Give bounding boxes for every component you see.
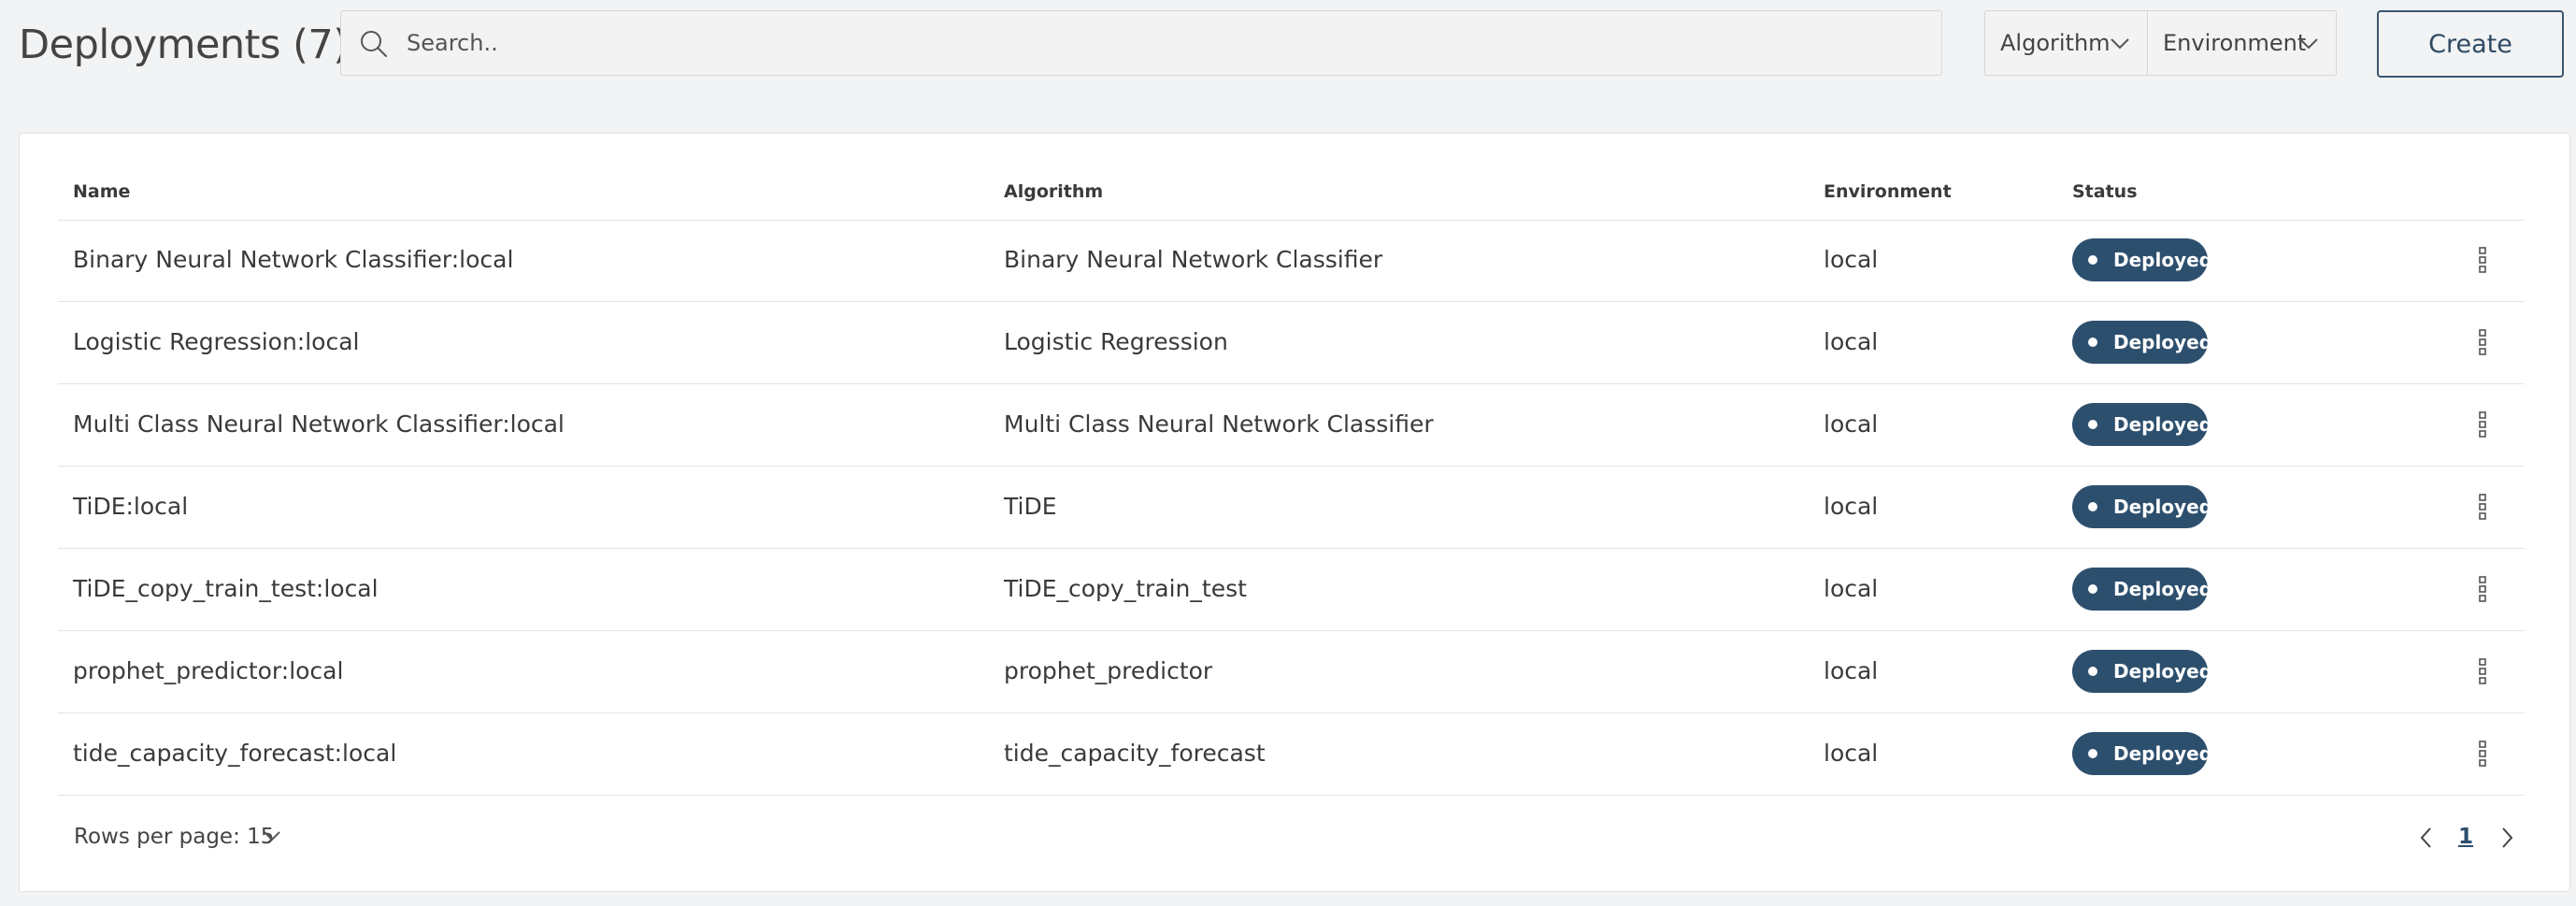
table-row[interactable]: Binary Neural Network Classifier:local B… xyxy=(58,220,2525,302)
cell-name[interactable]: prophet_predictor:local xyxy=(73,631,343,712)
vertical-ellipsis-icon[interactable] xyxy=(2473,245,2492,275)
cell-environment: local xyxy=(1824,410,1879,438)
search-box[interactable] xyxy=(340,10,1942,76)
cell-environment: local xyxy=(1824,657,1879,684)
cell-algorithm: Multi Class Neural Network Classifier xyxy=(1004,410,1434,438)
rows-per-page-select[interactable]: Rows per page: 15 xyxy=(74,818,274,856)
status-label: Deployed xyxy=(2113,578,2212,600)
status-badge: Deployed xyxy=(2072,485,2212,528)
environment-filter-label: Environment xyxy=(2163,30,2307,56)
status-dot-icon xyxy=(2088,584,2097,594)
vertical-ellipsis-icon[interactable] xyxy=(2473,410,2492,439)
status-dot-icon xyxy=(2088,667,2097,676)
table-body: Binary Neural Network Classifier:local B… xyxy=(58,220,2525,796)
status-dot-icon xyxy=(2088,338,2097,347)
status-badge: Deployed xyxy=(2072,321,2212,364)
column-header-name[interactable]: Name xyxy=(73,179,130,205)
search-icon xyxy=(361,31,387,57)
status-dot-icon xyxy=(2088,749,2097,758)
status-badge: Deployed xyxy=(2072,650,2212,693)
deployments-table-card: Name Algorithm Environment Status Binary… xyxy=(19,133,2570,892)
cell-environment: local xyxy=(1824,246,1879,273)
vertical-ellipsis-icon[interactable] xyxy=(2473,492,2492,522)
table-row[interactable]: TiDE_copy_train_test:local TiDE_copy_tra… xyxy=(58,549,2525,631)
status-badge: Deployed xyxy=(2072,238,2212,281)
table-row[interactable]: prophet_predictor:local prophet_predicto… xyxy=(58,631,2525,713)
page-title: Deployments (7) xyxy=(19,22,349,68)
vertical-ellipsis-icon[interactable] xyxy=(2473,574,2492,604)
column-header-algorithm[interactable]: Algorithm xyxy=(1004,179,1103,205)
cell-name[interactable]: Multi Class Neural Network Classifier:lo… xyxy=(73,384,565,465)
cell-name[interactable]: TiDE:local xyxy=(73,467,188,547)
filter-group: Algorithm Environment xyxy=(1984,10,2337,76)
cell-name[interactable]: Logistic Regression:local xyxy=(73,302,359,382)
status-label: Deployed xyxy=(2113,496,2212,518)
status-badge: Deployed xyxy=(2072,403,2212,446)
status-label: Deployed xyxy=(2113,249,2212,271)
status-label: Deployed xyxy=(2113,331,2212,353)
cell-environment: local xyxy=(1824,575,1879,602)
cell-name[interactable]: tide_capacity_forecast:local xyxy=(73,713,396,794)
status-label: Deployed xyxy=(2113,413,2212,436)
cell-algorithm: Logistic Regression xyxy=(1004,328,1228,355)
status-dot-icon xyxy=(2088,502,2097,511)
chevron-left-icon[interactable] xyxy=(2417,826,2436,850)
table-row[interactable]: tide_capacity_forecast:local tide_capaci… xyxy=(58,713,2525,796)
chevron-down-icon xyxy=(2111,38,2129,50)
chevron-right-icon[interactable] xyxy=(2497,826,2516,850)
cell-environment: local xyxy=(1824,740,1879,767)
cell-algorithm: tide_capacity_forecast xyxy=(1004,740,1266,767)
cell-algorithm: Binary Neural Network Classifier xyxy=(1004,246,1383,273)
rows-per-page-label: Rows per page: 15 xyxy=(74,825,275,849)
cell-environment: local xyxy=(1824,493,1879,520)
status-label: Deployed xyxy=(2113,742,2212,765)
page-number-link[interactable]: 1 xyxy=(2458,818,2473,856)
cell-environment: local xyxy=(1824,328,1879,355)
vertical-ellipsis-icon[interactable] xyxy=(2473,739,2492,769)
cell-algorithm: TiDE xyxy=(1004,493,1057,520)
status-badge: Deployed xyxy=(2072,732,2212,775)
chevron-down-icon[interactable] xyxy=(262,827,282,844)
chevron-down-icon xyxy=(2299,38,2318,50)
status-label: Deployed xyxy=(2113,660,2212,683)
cell-name[interactable]: Binary Neural Network Classifier:local xyxy=(73,220,513,300)
cell-algorithm: prophet_predictor xyxy=(1004,657,1213,684)
algorithm-filter-dropdown[interactable]: Algorithm xyxy=(1985,11,2148,75)
vertical-ellipsis-icon[interactable] xyxy=(2473,327,2492,357)
status-dot-icon xyxy=(2088,420,2097,429)
cell-name[interactable]: TiDE_copy_train_test:local xyxy=(73,549,379,629)
vertical-ellipsis-icon[interactable] xyxy=(2473,656,2492,686)
search-input[interactable] xyxy=(407,11,1921,75)
status-badge: Deployed xyxy=(2072,568,2212,611)
algorithm-filter-label: Algorithm xyxy=(2000,30,2111,56)
create-button[interactable]: Create xyxy=(2377,10,2564,78)
cell-algorithm: TiDE_copy_train_test xyxy=(1004,575,1247,602)
status-dot-icon xyxy=(2088,255,2097,265)
table-row[interactable]: Logistic Regression:local Logistic Regre… xyxy=(58,302,2525,384)
table-row[interactable]: TiDE:local TiDE local Deployed xyxy=(58,467,2525,549)
page-header: Deployments (7) Algorithm Environment Cr… xyxy=(0,0,2576,90)
environment-filter-dropdown[interactable]: Environment xyxy=(2148,11,2336,75)
column-header-status[interactable]: Status xyxy=(2072,179,2138,205)
table-footer: Rows per page: 15 1 xyxy=(58,809,2525,865)
table-header: Name Algorithm Environment Status xyxy=(58,179,2525,221)
table-row[interactable]: Multi Class Neural Network Classifier:lo… xyxy=(58,384,2525,467)
column-header-environment[interactable]: Environment xyxy=(1824,179,1952,205)
